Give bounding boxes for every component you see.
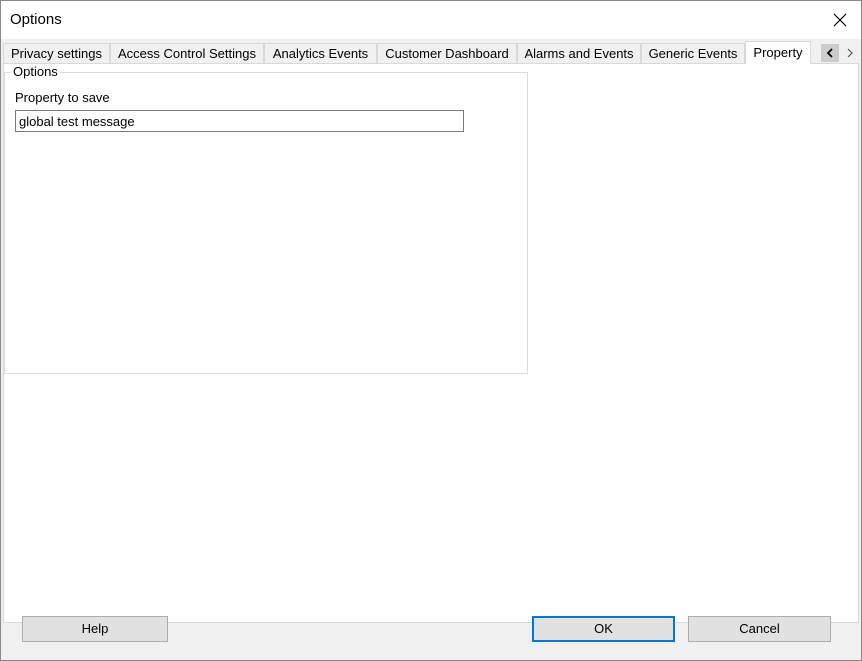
tab-alarms-and-events[interactable]: Alarms and Events [517,43,641,63]
property-tab-panel: Options Property to save [3,63,859,623]
tab-property[interactable]: Property [745,41,811,65]
tab-privacy-settings[interactable]: Privacy settings [3,43,110,63]
options-groupbox: Options Property to save [4,64,528,374]
tab-strip: Privacy settings Access Control Settings… [3,41,859,65]
property-to-save-label: Property to save [15,90,110,105]
tab-generic-events[interactable]: Generic Events [641,43,745,63]
chevron-left-icon [826,48,833,58]
tab-access-control-settings[interactable]: Access Control Settings [110,43,264,63]
dialog-client-area: Privacy settings Access Control Settings… [1,39,861,660]
ok-button[interactable]: OK [532,616,675,642]
help-button[interactable]: Help [22,616,168,642]
close-button[interactable] [819,1,861,39]
title-bar: Options [1,1,861,39]
tab-analytics-events[interactable]: Analytics Events [264,43,377,63]
chevron-right-icon [847,48,853,58]
tab-scroll-left-button[interactable] [821,44,839,62]
cancel-button[interactable]: Cancel [688,616,831,642]
options-dialog: Options Privacy settings Access Control … [0,0,862,661]
property-to-save-input[interactable] [15,110,464,132]
groupbox-title: Options [11,64,60,79]
dialog-title: Options [10,11,62,28]
tab-customer-dashboard[interactable]: Customer Dashboard [377,43,517,63]
close-icon [833,13,847,27]
tab-scroll-right-button[interactable] [841,44,859,62]
